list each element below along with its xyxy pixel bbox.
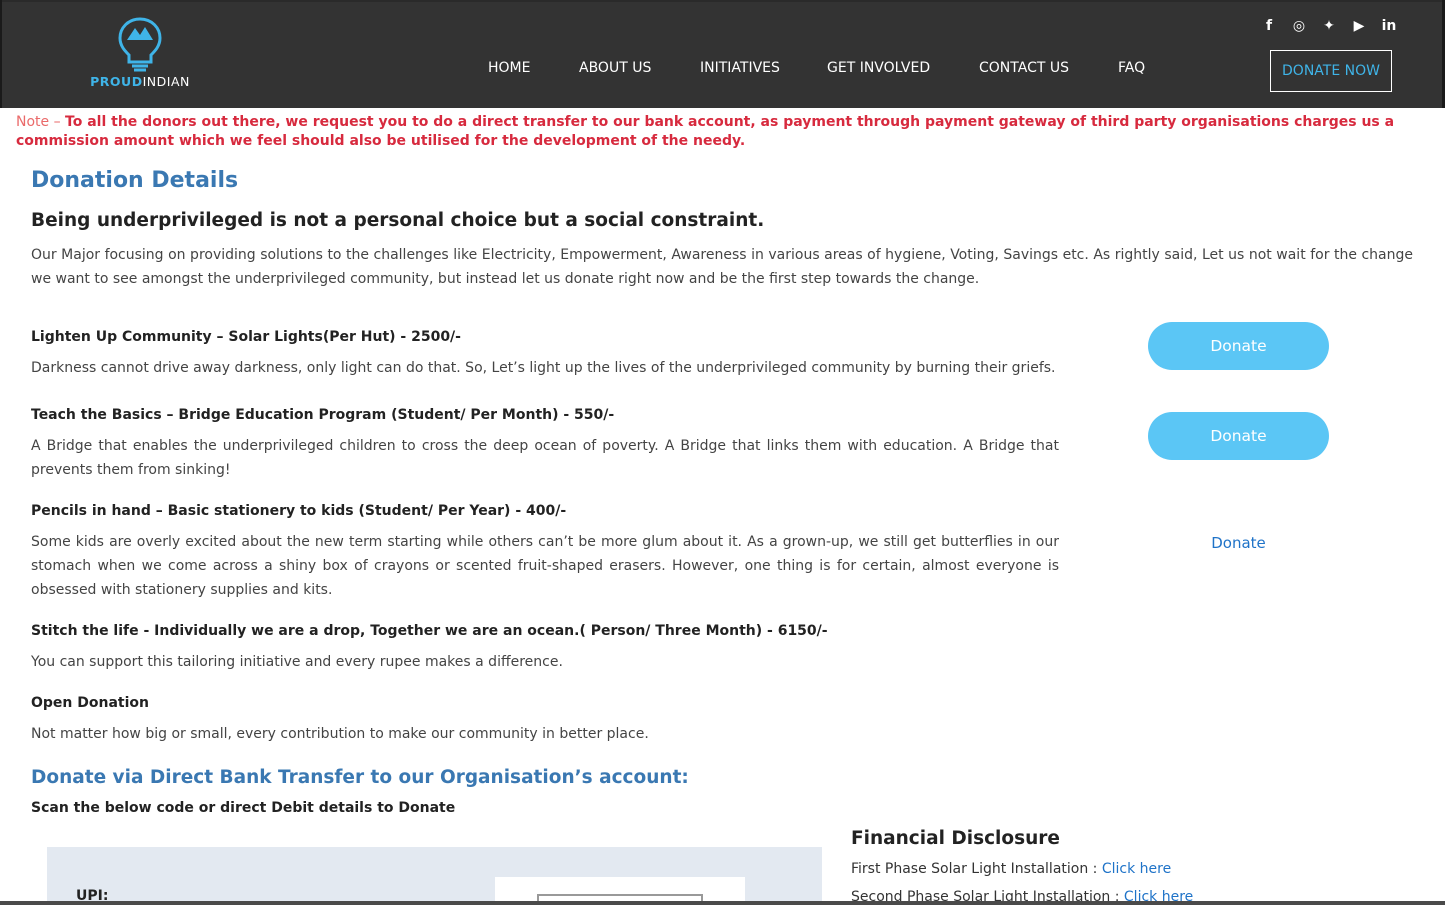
note-label: Note – — [16, 114, 66, 130]
nav-about-us[interactable]: ABOUT US — [579, 60, 651, 76]
item-title-solar-lights: Lighten Up Community – Solar Lights(Per … — [31, 329, 461, 345]
site-header: PROUDINDIAN f ◎ ✦ ▶ in HOME ABOUT US INI… — [2, 2, 1442, 108]
site-logo[interactable]: PROUDINDIAN — [82, 16, 198, 96]
item-desc-solar-lights: Darkness cannot drive away darkness, onl… — [31, 360, 1056, 376]
window-bottom-border — [0, 901, 1445, 905]
item-desc-tailoring: You can support this tailoring initiativ… — [31, 654, 563, 670]
donate-link-stationery[interactable]: Donate — [1148, 534, 1329, 552]
item-desc-open-donation: Not matter how big or small, every contr… — [31, 726, 649, 742]
nav-get-involved[interactable]: GET INVOLVED — [827, 60, 930, 76]
financial-disclosure-heading: Financial Disclosure — [851, 828, 1060, 849]
donate-now-button[interactable]: DONATE NOW — [1270, 50, 1392, 92]
item-desc-bridge-education: A Bridge that enables the underprivilege… — [31, 438, 1059, 478]
item-title-tailoring: Stitch the life - Individually we are a … — [31, 623, 828, 639]
item-title-bridge-education: Teach the Basics – Bridge Education Prog… — [31, 407, 615, 423]
facebook-icon[interactable]: f — [1260, 16, 1278, 36]
disclosure-link-first-phase[interactable]: Click here — [1102, 861, 1171, 877]
intro-paragraph: Our Major focusing on providing solution… — [31, 247, 1413, 287]
nav-initiatives[interactable]: INITIATIVES — [700, 60, 780, 76]
donate-button-bridge-education[interactable]: Donate — [1148, 412, 1329, 460]
donate-button-solar-lights[interactable]: Donate — [1148, 322, 1329, 370]
window-left-border — [0, 0, 2, 108]
nav-contact-us[interactable]: CONTACT US — [979, 60, 1069, 76]
bank-details-panel: UPI: — [47, 847, 822, 905]
youtube-icon[interactable]: ▶ — [1350, 16, 1368, 36]
nav-faq[interactable]: FAQ — [1118, 60, 1145, 76]
instagram-icon[interactable]: ◎ — [1290, 16, 1308, 36]
twitter-icon[interactable]: ✦ — [1320, 16, 1338, 36]
linkedin-icon[interactable]: in — [1380, 16, 1398, 36]
brand-name: PROUDINDIAN — [90, 74, 190, 89]
item-title-open-donation: Open Donation — [31, 695, 149, 711]
note-text: To all the donors out there, we request … — [16, 114, 1395, 149]
scan-instructions: Scan the below code or direct Debit deta… — [31, 800, 456, 816]
donation-details-heading: Donation Details — [31, 168, 239, 193]
disclosure-row-first-phase: First Phase Solar Light Installation : C… — [851, 861, 1171, 877]
donor-note: Note – To all the donors out there, we r… — [16, 113, 1434, 151]
lightbulb-logo-icon — [118, 17, 162, 72]
tagline: Being underprivileged is not a personal … — [31, 210, 765, 231]
bank-transfer-heading: Donate via Direct Bank Transfer to our O… — [31, 767, 689, 788]
item-desc-stationery: Some kids are overly excited about the n… — [31, 534, 1059, 598]
disclosure-label: First Phase Solar Light Installation : — [851, 861, 1102, 877]
social-links: f ◎ ✦ ▶ in — [1260, 16, 1398, 36]
nav-home[interactable]: HOME — [488, 60, 530, 76]
item-title-stationery: Pencils in hand – Basic stationery to ki… — [31, 503, 567, 519]
